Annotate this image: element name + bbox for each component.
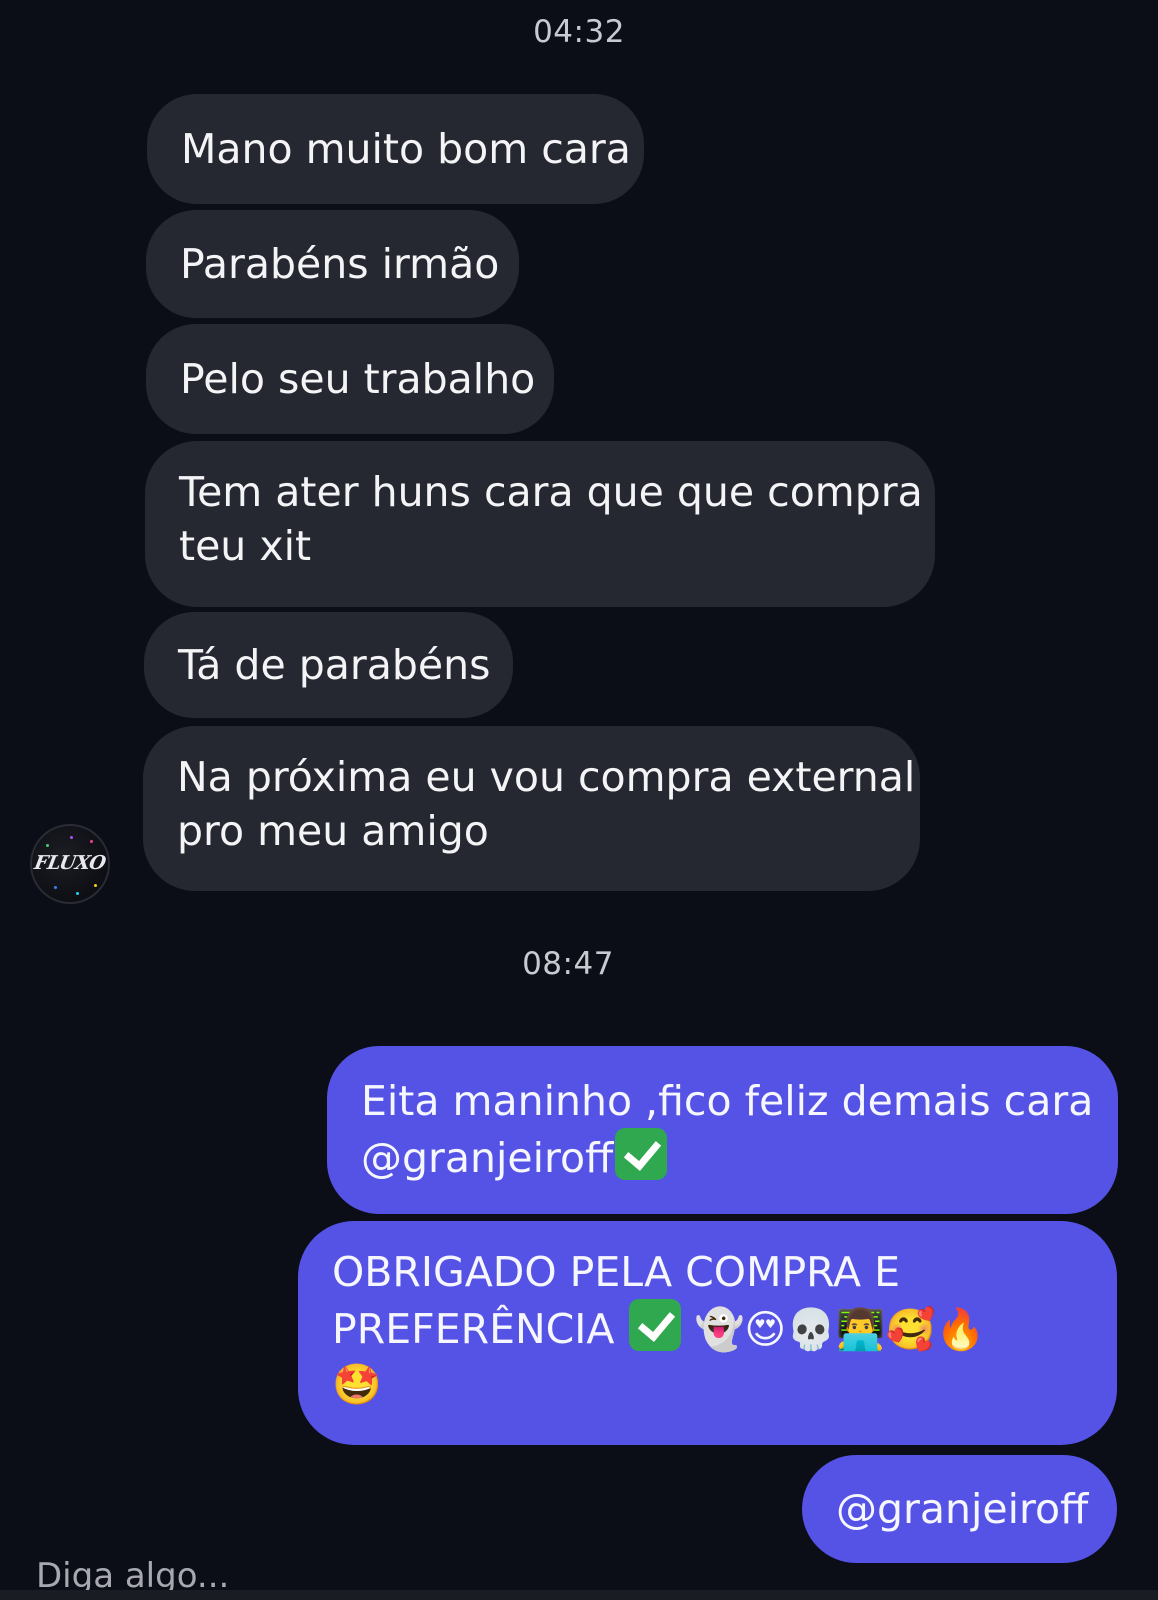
message-text-line-1: Na próxima eu vou compra external (177, 753, 916, 801)
incoming-message-1[interactable]: Mano muito bom cara (147, 94, 644, 204)
heart-eyes-icon: 😍 (744, 1307, 787, 1353)
fluxo-logo-text: FLUXO (32, 852, 108, 874)
message-text-line-1: Tem ater huns cara que que compra (179, 468, 923, 516)
timestamp-first: 04:32 (533, 14, 625, 50)
check-mark-icon (615, 1128, 668, 1180)
message-text-line-2: teu xit (179, 522, 312, 570)
outgoing-message-1[interactable]: Eita maninho ,fico feliz demais cara @gr… (327, 1046, 1118, 1214)
message-text-line-1: Eita maninho ,fico feliz demais cara (361, 1077, 1094, 1125)
incoming-message-3[interactable]: Pelo seu trabalho (146, 324, 554, 434)
message-text: Pelo seu trabalho (180, 355, 536, 403)
incoming-message-6[interactable]: Na próxima eu vou compra external pro me… (143, 726, 920, 891)
message-text-line-2: PREFERÊNCIA (332, 1305, 615, 1353)
mention-text[interactable]: @granjeiroff (361, 1134, 613, 1182)
outgoing-message-2[interactable]: OBRIGADO PELA COMPRA E PREFERÊNCIA 👻😍💀👨‍… (298, 1221, 1117, 1445)
avatar-dot (70, 836, 73, 839)
avatar-dot (90, 840, 93, 843)
outgoing-message-3[interactable]: @granjeiroff (802, 1455, 1117, 1563)
incoming-message-4[interactable]: Tem ater huns cara que que compra teu xi… (145, 441, 935, 607)
message-text-line-2: pro meu amigo (177, 807, 489, 855)
message-text: Mano muito bom cara (181, 125, 631, 173)
message-input-bar[interactable] (0, 1590, 1158, 1600)
avatar-dot (54, 886, 57, 889)
message-text: Tá de parabéns (178, 641, 491, 689)
message-text: Parabéns irmão (180, 240, 500, 288)
skull-icon: 💀 (786, 1307, 836, 1353)
mention-text[interactable]: @granjeiroff (836, 1482, 1088, 1536)
timestamp-second: 08:47 (522, 946, 614, 982)
technologist-icon: 👨‍💻 (835, 1307, 886, 1353)
check-mark-icon (629, 1299, 682, 1351)
fire-icon: 🔥 (935, 1307, 986, 1353)
incoming-message-2[interactable]: Parabéns irmão (146, 210, 519, 318)
incoming-message-5[interactable]: Tá de parabéns (144, 612, 513, 718)
sender-avatar[interactable]: FLUXO (30, 824, 110, 904)
message-text-line-1: OBRIGADO PELA COMPRA E (332, 1248, 900, 1296)
star-struck-icon: 🤩 (332, 1362, 382, 1408)
avatar-dot (46, 844, 49, 847)
avatar-dot (94, 884, 97, 887)
ghost-icon: 👻 (694, 1307, 745, 1353)
avatar-dot (76, 892, 79, 895)
smiling-hearts-icon: 🥰 (885, 1307, 936, 1353)
